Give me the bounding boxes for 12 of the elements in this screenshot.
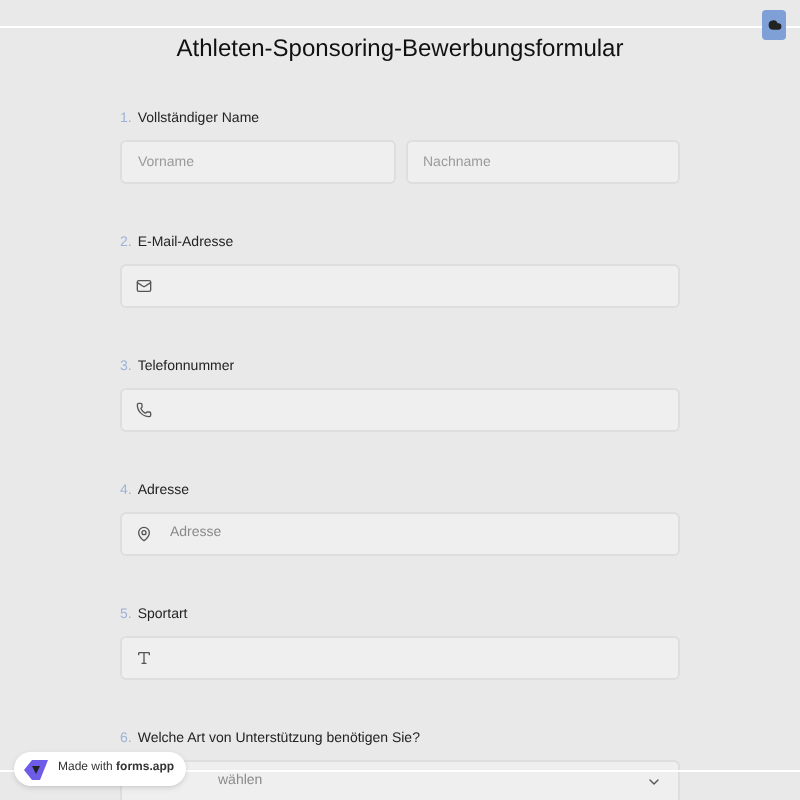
logo-icon [22,757,50,781]
cloud-button[interactable] [762,10,786,40]
map-pin-icon [136,526,152,542]
cloud-icon [767,18,781,32]
form-title: Athleten-Sponsoring-Bewerbungsformular [176,32,624,66]
email-field[interactable] [120,264,680,308]
phone-field[interactable] [120,388,680,432]
phone-icon [136,402,152,418]
mail-icon [136,278,152,294]
text-icon [136,650,152,666]
chevron-down-icon [646,774,662,790]
text-field[interactable] [120,636,680,680]
